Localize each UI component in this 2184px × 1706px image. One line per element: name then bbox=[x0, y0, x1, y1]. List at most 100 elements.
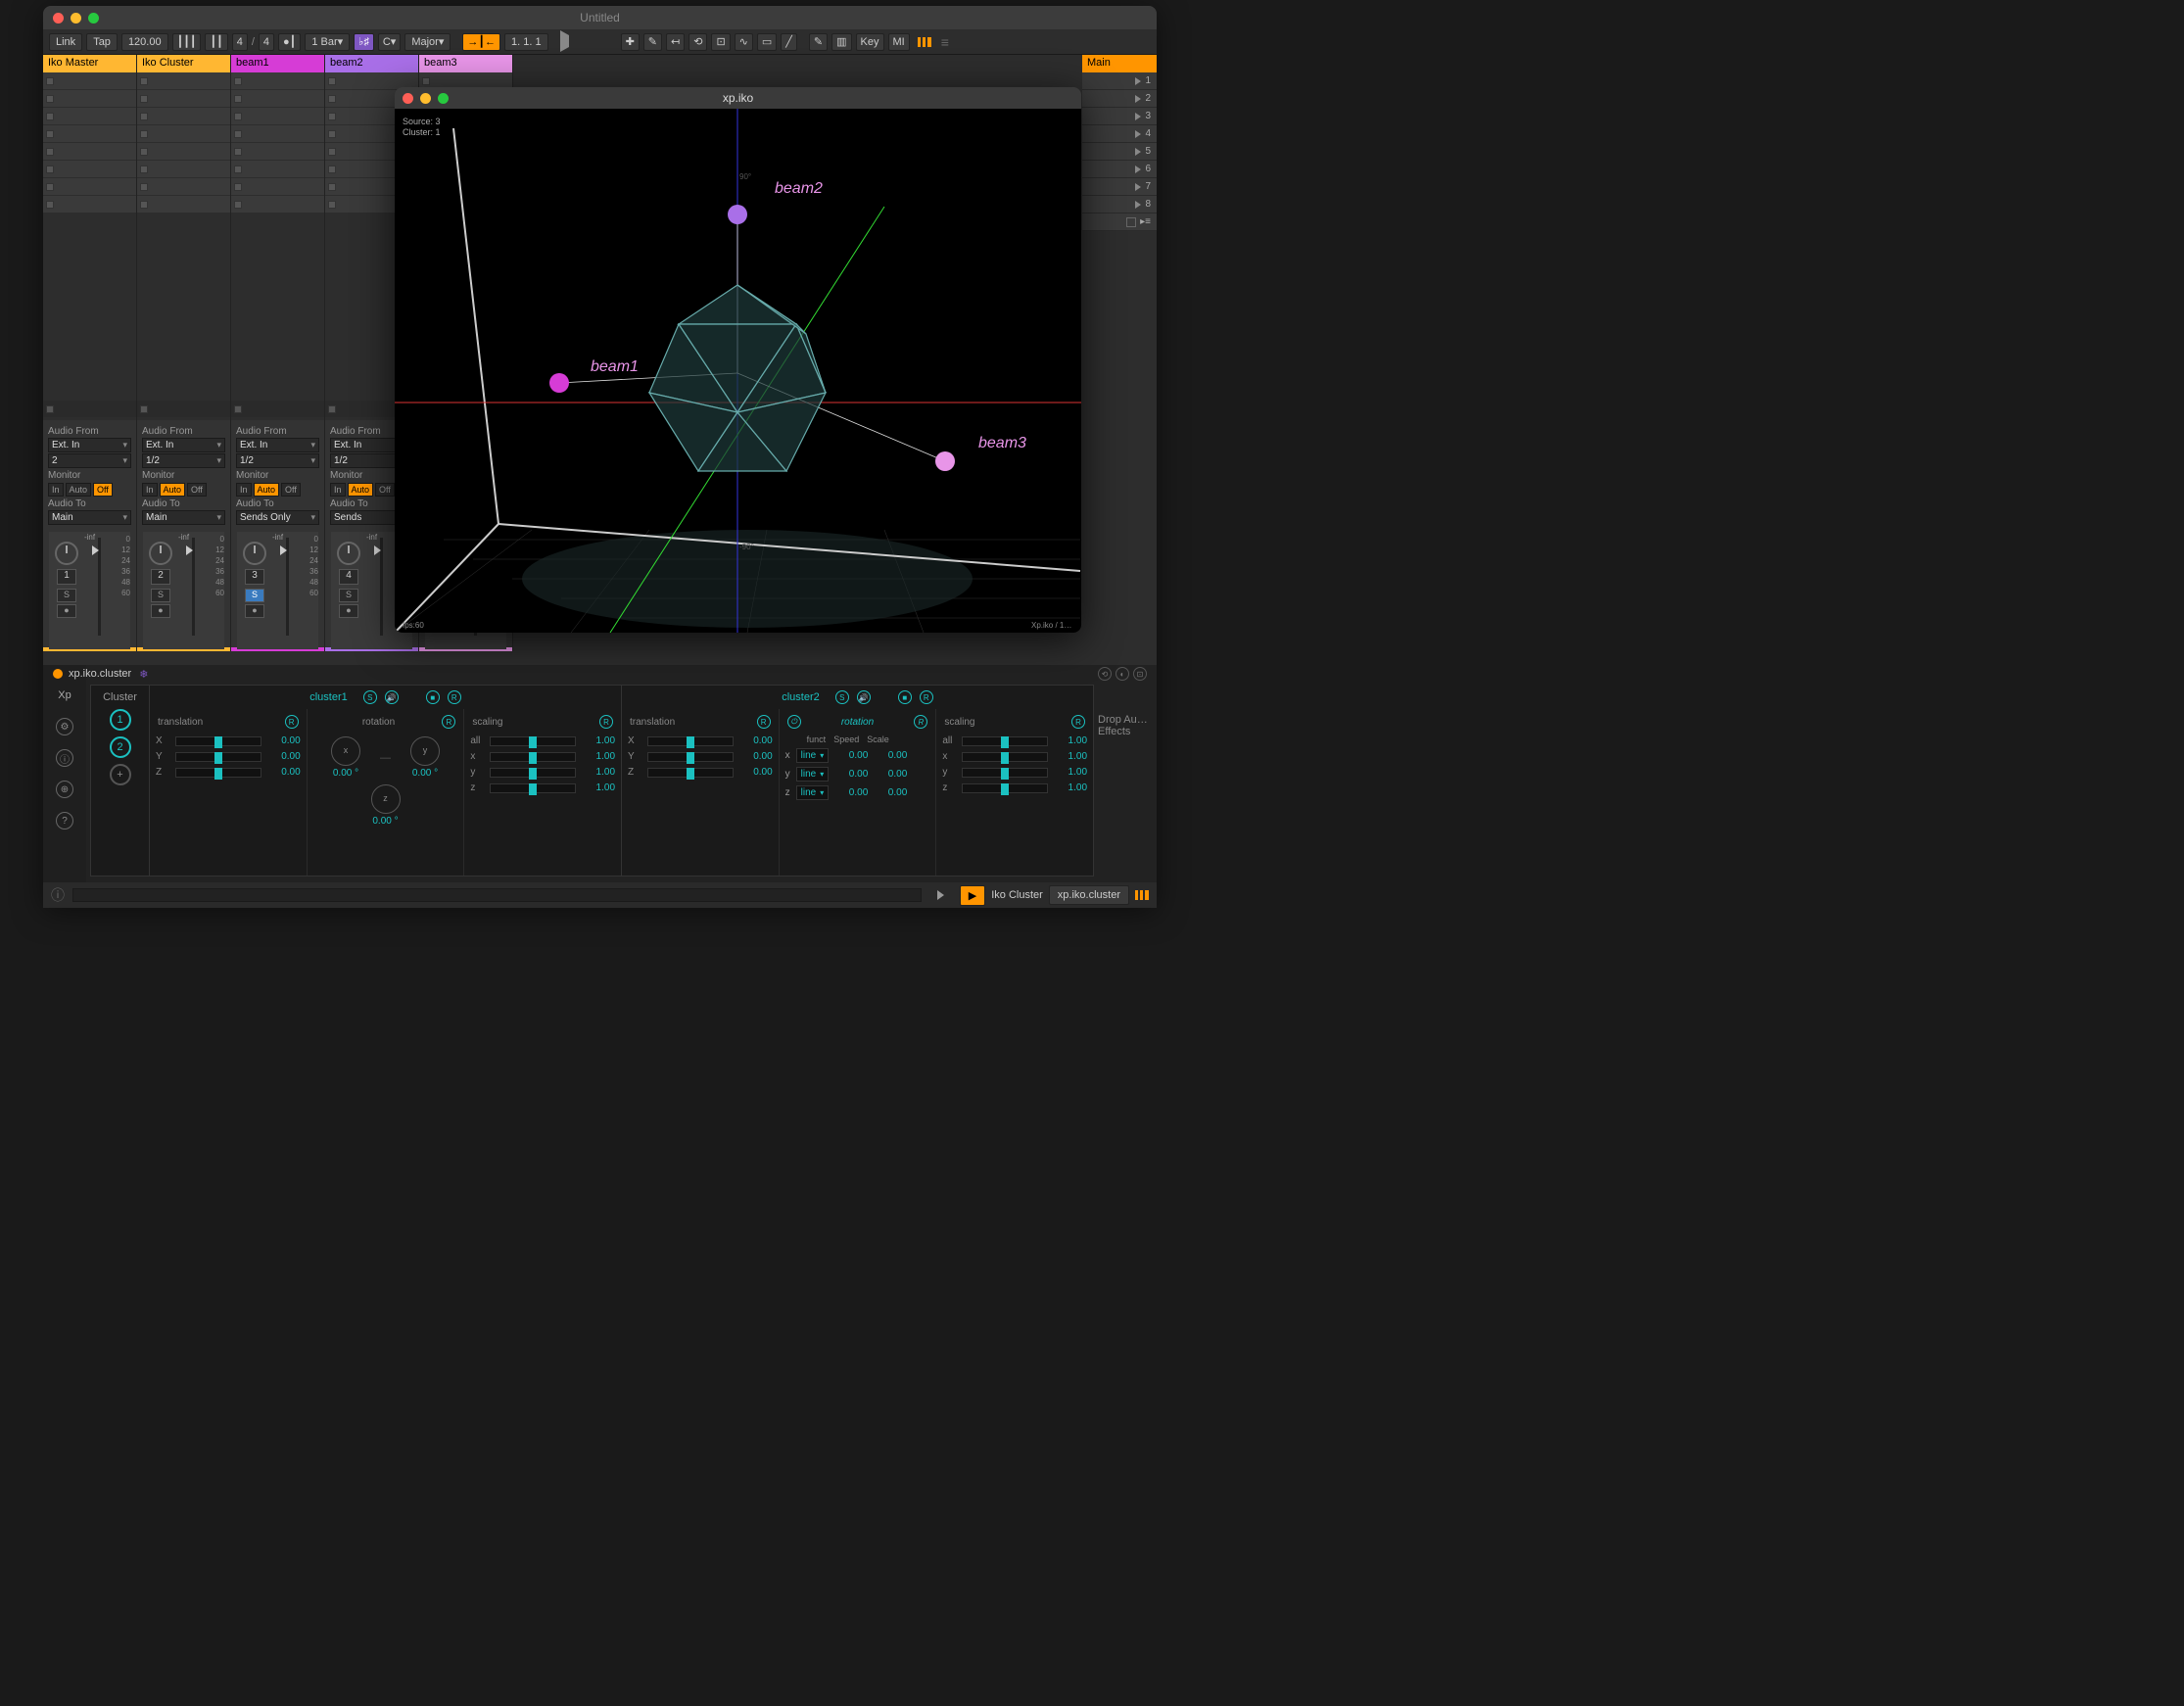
clip-slot[interactable] bbox=[43, 161, 136, 178]
arm-button[interactable]: ● bbox=[57, 604, 76, 618]
monitor-off-button[interactable]: Off bbox=[93, 483, 113, 497]
trans-x-value[interactable]: 0.00 bbox=[739, 735, 773, 746]
sidebar-xp-icon[interactable]: Xp bbox=[56, 687, 73, 704]
audio-to-menu[interactable]: Main bbox=[142, 510, 225, 525]
fader-handle-icon[interactable] bbox=[280, 545, 287, 555]
clip-stop-icon[interactable] bbox=[46, 201, 54, 209]
key-map-button[interactable]: Key bbox=[856, 33, 884, 51]
clip-slot[interactable] bbox=[137, 143, 230, 161]
track-header[interactable]: beam2 bbox=[325, 55, 418, 72]
scene-slot[interactable]: 2 bbox=[1082, 90, 1157, 108]
clip-stop-icon[interactable] bbox=[328, 148, 336, 156]
rot-scale-value[interactable]: 0.00 bbox=[874, 750, 907, 761]
clip-stop-icon[interactable] bbox=[46, 405, 54, 413]
nudge-down-icon[interactable]: ┃┃ bbox=[205, 33, 227, 51]
scene-play-icon[interactable] bbox=[1135, 201, 1141, 209]
pan-knob[interactable] bbox=[149, 542, 172, 565]
speaker-icon[interactable]: 🔊 bbox=[857, 690, 871, 704]
scale-y-value[interactable]: 1.00 bbox=[582, 767, 615, 778]
clip-slot[interactable] bbox=[137, 125, 230, 143]
layout-icon[interactable]: ▭ bbox=[757, 33, 777, 51]
trans-x-value[interactable]: 0.00 bbox=[267, 735, 301, 746]
beam-ball[interactable] bbox=[728, 205, 747, 224]
beam-ball[interactable] bbox=[549, 373, 569, 393]
follow-icon[interactable]: →┃← bbox=[462, 33, 500, 51]
reset-icon[interactable]: R bbox=[285, 715, 299, 729]
arm-button[interactable]: ● bbox=[339, 604, 358, 618]
scene-play-icon[interactable] bbox=[1135, 166, 1141, 173]
clip-stop-icon[interactable] bbox=[328, 95, 336, 103]
automation-icon[interactable]: ∿ bbox=[735, 33, 753, 51]
clip-slot[interactable] bbox=[231, 196, 324, 213]
track-activator[interactable]: 4 bbox=[339, 569, 358, 585]
scene-play-icon[interactable] bbox=[1135, 130, 1141, 138]
clip-stop-icon[interactable] bbox=[234, 166, 242, 173]
clip-slot[interactable] bbox=[231, 143, 324, 161]
clip-stop-icon[interactable] bbox=[140, 183, 148, 191]
device-expand-icon[interactable]: ⊡ bbox=[1133, 667, 1147, 681]
scale-toggle[interactable]: ♭♯ bbox=[354, 33, 374, 51]
record-button[interactable] bbox=[595, 35, 609, 49]
scene-slot[interactable]: 8 bbox=[1082, 196, 1157, 213]
track-activator[interactable]: 1 bbox=[57, 569, 76, 585]
trans-y-slider[interactable] bbox=[175, 752, 261, 762]
clip-slot[interactable] bbox=[231, 90, 324, 108]
clip-slot[interactable] bbox=[43, 108, 136, 125]
status-device-button[interactable]: xp.iko.cluster bbox=[1049, 885, 1129, 905]
rot-scale-value[interactable]: 0.00 bbox=[874, 769, 907, 780]
rot-speed-value[interactable]: 0.00 bbox=[834, 750, 868, 761]
monitor-auto-button[interactable]: Auto bbox=[254, 483, 280, 497]
clip-slot[interactable] bbox=[231, 161, 324, 178]
clip-slot[interactable] bbox=[137, 72, 230, 90]
clip-stop-icon[interactable] bbox=[46, 77, 54, 85]
scene-slot[interactable]: 3 bbox=[1082, 108, 1157, 125]
clip-slot[interactable] bbox=[43, 72, 136, 90]
clip-slot[interactable] bbox=[231, 125, 324, 143]
scale-z-slider[interactable] bbox=[962, 783, 1048, 793]
rot-func-menu[interactable]: line bbox=[796, 785, 830, 800]
scale-z-slider[interactable] bbox=[490, 783, 576, 793]
rot-scale-value[interactable]: 0.00 bbox=[874, 787, 907, 798]
clip-stop-icon[interactable] bbox=[46, 113, 54, 120]
track-header[interactable]: beam1 bbox=[231, 55, 324, 72]
audio-to-menu[interactable]: Sends Only bbox=[236, 510, 319, 525]
edit-icon[interactable]: ✎ bbox=[809, 33, 828, 51]
audio-from-channel-menu[interactable]: 1/2 bbox=[142, 453, 225, 468]
monitor-off-button[interactable]: Off bbox=[187, 483, 207, 497]
session-rec-icon[interactable]: ⟲ bbox=[688, 33, 707, 51]
monitor-auto-button[interactable]: Auto bbox=[160, 483, 186, 497]
arm-button[interactable]: ● bbox=[245, 604, 264, 618]
tap-button[interactable]: Tap bbox=[86, 33, 118, 51]
stop-button[interactable] bbox=[578, 35, 592, 49]
clip-slot[interactable] bbox=[137, 161, 230, 178]
clip-stop-icon[interactable] bbox=[140, 166, 148, 173]
clip-slot[interactable] bbox=[43, 90, 136, 108]
scale-all-value[interactable]: 1.00 bbox=[1054, 735, 1087, 746]
track-header[interactable]: beam3 bbox=[419, 55, 512, 72]
clip-stop-icon[interactable] bbox=[422, 77, 430, 85]
scene-slot[interactable]: 1 bbox=[1082, 72, 1157, 90]
solo-icon[interactable]: S bbox=[835, 690, 849, 704]
monitor-in-button[interactable]: In bbox=[142, 483, 158, 497]
mapping-icon[interactable]: ⊡ bbox=[711, 33, 730, 51]
track-header[interactable]: Iko Cluster bbox=[137, 55, 230, 72]
midi-capture-icon[interactable]: ↤ bbox=[666, 33, 685, 51]
solo-button[interactable]: S bbox=[339, 589, 358, 602]
monitor-auto-button[interactable]: Auto bbox=[66, 483, 92, 497]
clip-stop-icon[interactable] bbox=[140, 201, 148, 209]
clip-slot[interactable] bbox=[43, 125, 136, 143]
globe-icon[interactable]: ⊕ bbox=[56, 781, 73, 798]
reset-icon[interactable]: R bbox=[1071, 715, 1085, 729]
clip-stop-icon[interactable] bbox=[140, 130, 148, 138]
scale-x-slider[interactable] bbox=[962, 752, 1048, 762]
reset-icon[interactable]: R bbox=[914, 715, 927, 729]
piano-icon[interactable]: ▥ bbox=[831, 33, 851, 51]
cluster-select-2[interactable]: 2 bbox=[110, 736, 131, 758]
metronome-icon[interactable]: ┃┃┃ bbox=[172, 33, 202, 51]
trans-y-slider[interactable] bbox=[647, 752, 734, 762]
midi-map-button[interactable]: MI bbox=[888, 33, 910, 51]
reset-cluster-icon[interactable]: R bbox=[920, 690, 933, 704]
metronome-toggle[interactable]: ●┃ bbox=[278, 33, 301, 51]
scale-all-slider[interactable] bbox=[490, 736, 576, 746]
clip-slot[interactable] bbox=[43, 143, 136, 161]
